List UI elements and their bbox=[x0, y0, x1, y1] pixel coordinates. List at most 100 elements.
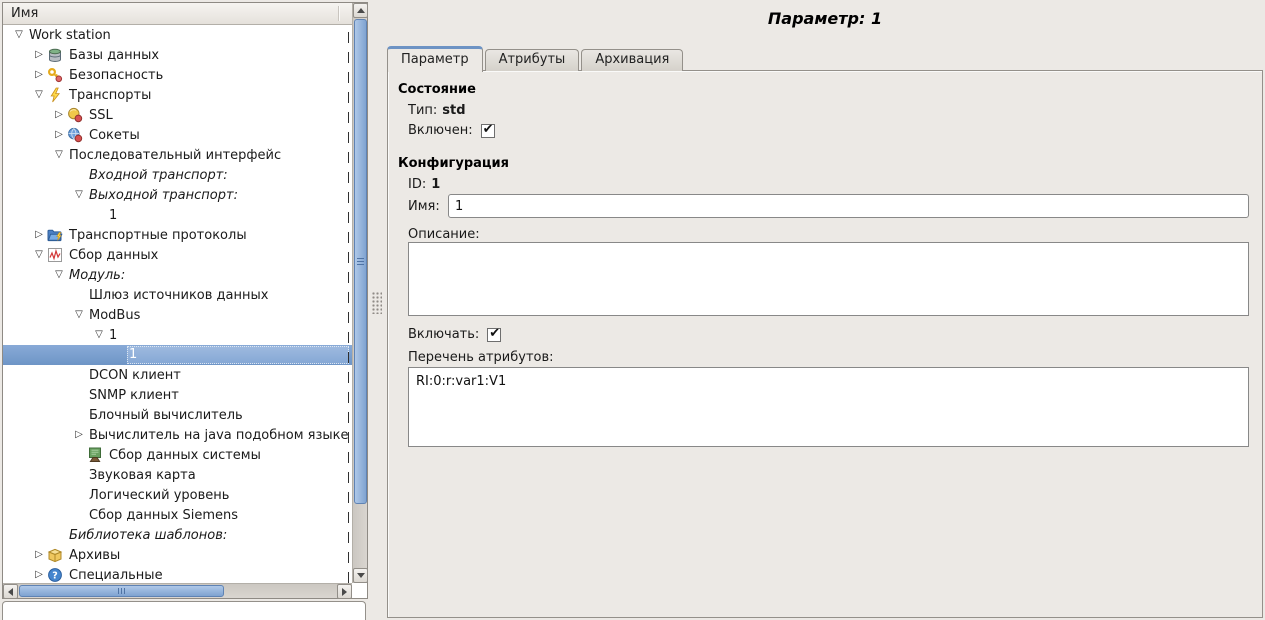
tree-viewport: ▽Work station▷Базы данных▷Безопасность▽Т… bbox=[3, 25, 352, 583]
tree-header-name-column[interactable]: Имя bbox=[3, 3, 352, 25]
expander-closed-icon[interactable]: ▷ bbox=[31, 225, 47, 245]
expander-closed-icon[interactable]: ▷ bbox=[31, 565, 47, 583]
tree-horizontal-scrollbar[interactable] bbox=[3, 583, 352, 598]
tree-row[interactable]: ▽Транспорты bbox=[3, 85, 352, 105]
expander-closed-icon[interactable]: ▷ bbox=[31, 545, 47, 565]
tree-item-label: 1 bbox=[127, 346, 349, 364]
attributes-textarea[interactable]: RI:0:r:var1:V1 bbox=[408, 367, 1249, 447]
tree-item-label: Шлюз источников данных bbox=[87, 288, 268, 303]
tab-parameter[interactable]: Параметр bbox=[387, 46, 483, 72]
tree-item-label: Транспортные протоколы bbox=[67, 228, 247, 243]
tree-item-label: Сбор данных bbox=[67, 248, 158, 263]
tree-item-label: Выходной транспорт: bbox=[87, 188, 238, 203]
scroll-left-button[interactable] bbox=[3, 584, 18, 599]
ssl-icon bbox=[67, 107, 87, 123]
description-label: Описание: bbox=[408, 227, 480, 242]
tree-item-label: Сокеты bbox=[87, 128, 140, 143]
tree-row[interactable]: ▽1 bbox=[3, 325, 352, 345]
scroll-down-button[interactable] bbox=[353, 568, 368, 583]
tree-row[interactable]: Логический уровень bbox=[3, 485, 352, 505]
tree-row[interactable]: Звуковая карта bbox=[3, 465, 352, 485]
tab-archiving[interactable]: Архивация bbox=[581, 49, 683, 71]
tree-item-label: Звуковая карта bbox=[87, 468, 196, 483]
to-enable-checkbox[interactable] bbox=[487, 328, 501, 342]
tree-row[interactable]: ▽Work station bbox=[3, 25, 352, 45]
tree-row[interactable]: Блочный вычислитель bbox=[3, 405, 352, 425]
tree-row[interactable]: ▷ Сокеты bbox=[3, 125, 352, 145]
to-enable-row: Включать: bbox=[408, 327, 501, 342]
name-label: Имя: bbox=[408, 199, 448, 214]
expander-open-icon[interactable]: ▽ bbox=[91, 325, 107, 345]
scroll-right-button[interactable] bbox=[337, 584, 352, 599]
to-enable-label: Включать: bbox=[408, 327, 479, 342]
expander-open-icon[interactable]: ▽ bbox=[71, 185, 87, 205]
tree-row[interactable]: ▽ModBus bbox=[3, 305, 352, 325]
expander-open-icon[interactable]: ▽ bbox=[71, 305, 87, 325]
expander-closed-icon[interactable]: ▷ bbox=[71, 425, 87, 445]
tree-item-label: Безопасность bbox=[67, 68, 163, 83]
tree-row[interactable]: SNMP клиент bbox=[3, 385, 352, 405]
tree-row[interactable]: ▷Базы данных bbox=[3, 45, 352, 65]
tree-row[interactable]: ▷? Специальные bbox=[3, 565, 352, 583]
tree-row[interactable]: Входной транспорт: bbox=[3, 165, 352, 185]
svg-text:?: ? bbox=[52, 571, 58, 582]
tab-attributes[interactable]: Атрибуты bbox=[485, 49, 580, 71]
panel-splitter[interactable] bbox=[369, 0, 384, 620]
tree-row[interactable]: 1 bbox=[3, 205, 352, 225]
arrow-up-icon bbox=[357, 8, 365, 13]
tree-row[interactable]: ▷ Безопасность bbox=[3, 65, 352, 85]
enabled-row: Включен: bbox=[408, 123, 495, 138]
section-heading-state: Состояние bbox=[398, 82, 476, 97]
expander-open-icon[interactable]: ▽ bbox=[31, 245, 47, 265]
tree-column-separator bbox=[348, 28, 349, 584]
section-heading-config: Конфигурация bbox=[398, 156, 509, 171]
tree-item-label: Блочный вычислитель bbox=[87, 408, 243, 423]
tree-row[interactable]: ▽Последовательный интерфейс bbox=[3, 145, 352, 165]
name-row: Имя: bbox=[408, 194, 1249, 218]
tree-row[interactable]: Сбор данных системы bbox=[3, 445, 352, 465]
expander-open-icon[interactable]: ▽ bbox=[51, 145, 67, 165]
tree-row[interactable]: 1 bbox=[3, 345, 352, 365]
name-input[interactable] bbox=[448, 194, 1249, 218]
daq-icon bbox=[47, 247, 67, 263]
tree-header-label: Имя bbox=[11, 6, 38, 21]
tree-item-label: Входной транспорт: bbox=[87, 168, 228, 183]
tree-vertical-scrollbar[interactable] bbox=[352, 3, 367, 583]
security-icon bbox=[47, 67, 67, 83]
tree-item-label: 1 bbox=[107, 328, 117, 343]
tree-row[interactable]: ▷Архивы bbox=[3, 545, 352, 565]
id-label: ID: bbox=[408, 177, 426, 192]
tree-item-label: 1 bbox=[107, 208, 117, 223]
expander-closed-icon[interactable]: ▷ bbox=[31, 45, 47, 65]
enabled-checkbox[interactable] bbox=[481, 124, 495, 138]
tree-row[interactable]: ▷ Транспортные протоколы bbox=[3, 225, 352, 245]
tree-row[interactable]: Сбор данных Siemens bbox=[3, 505, 352, 525]
scroll-up-button[interactable] bbox=[353, 3, 368, 18]
expander-open-icon[interactable]: ▽ bbox=[51, 265, 67, 285]
tree-row[interactable]: ▷SSL bbox=[3, 105, 352, 125]
horizontal-scrollbar-thumb[interactable] bbox=[19, 585, 224, 597]
tree-row[interactable]: Библиотека шаблонов: bbox=[3, 525, 352, 545]
expander-closed-icon[interactable]: ▷ bbox=[31, 65, 47, 85]
type-row: Тип:std bbox=[408, 103, 466, 118]
tree-item-label: Work station bbox=[27, 28, 111, 43]
tree-item-label: Специальные bbox=[67, 568, 163, 583]
expander-open-icon[interactable]: ▽ bbox=[31, 85, 47, 105]
tree-row[interactable]: DCON клиент bbox=[3, 365, 352, 385]
expander-closed-icon[interactable]: ▷ bbox=[51, 125, 67, 145]
tree-item-label: ModBus bbox=[87, 308, 140, 323]
description-textarea[interactable] bbox=[408, 242, 1249, 316]
databases-icon bbox=[47, 47, 67, 63]
expander-open-icon[interactable]: ▽ bbox=[11, 25, 27, 45]
tree-row[interactable]: ▷Вычислитель на java подобном языке bbox=[3, 425, 352, 445]
tree-row[interactable]: Шлюз источников данных bbox=[3, 285, 352, 305]
tree-item-label: SNMP клиент bbox=[87, 388, 179, 403]
thumb-grip-icon bbox=[118, 588, 126, 594]
expander-closed-icon[interactable]: ▷ bbox=[51, 105, 67, 125]
arrow-right-icon bbox=[342, 588, 347, 596]
tree-row[interactable]: ▽ Сбор данных bbox=[3, 245, 352, 265]
tree-row[interactable]: ▽Модуль: bbox=[3, 265, 352, 285]
tree-item-label: Модуль: bbox=[67, 268, 125, 283]
vertical-scrollbar-thumb[interactable] bbox=[354, 19, 367, 504]
tree-row[interactable]: ▽Выходной транспорт: bbox=[3, 185, 352, 205]
